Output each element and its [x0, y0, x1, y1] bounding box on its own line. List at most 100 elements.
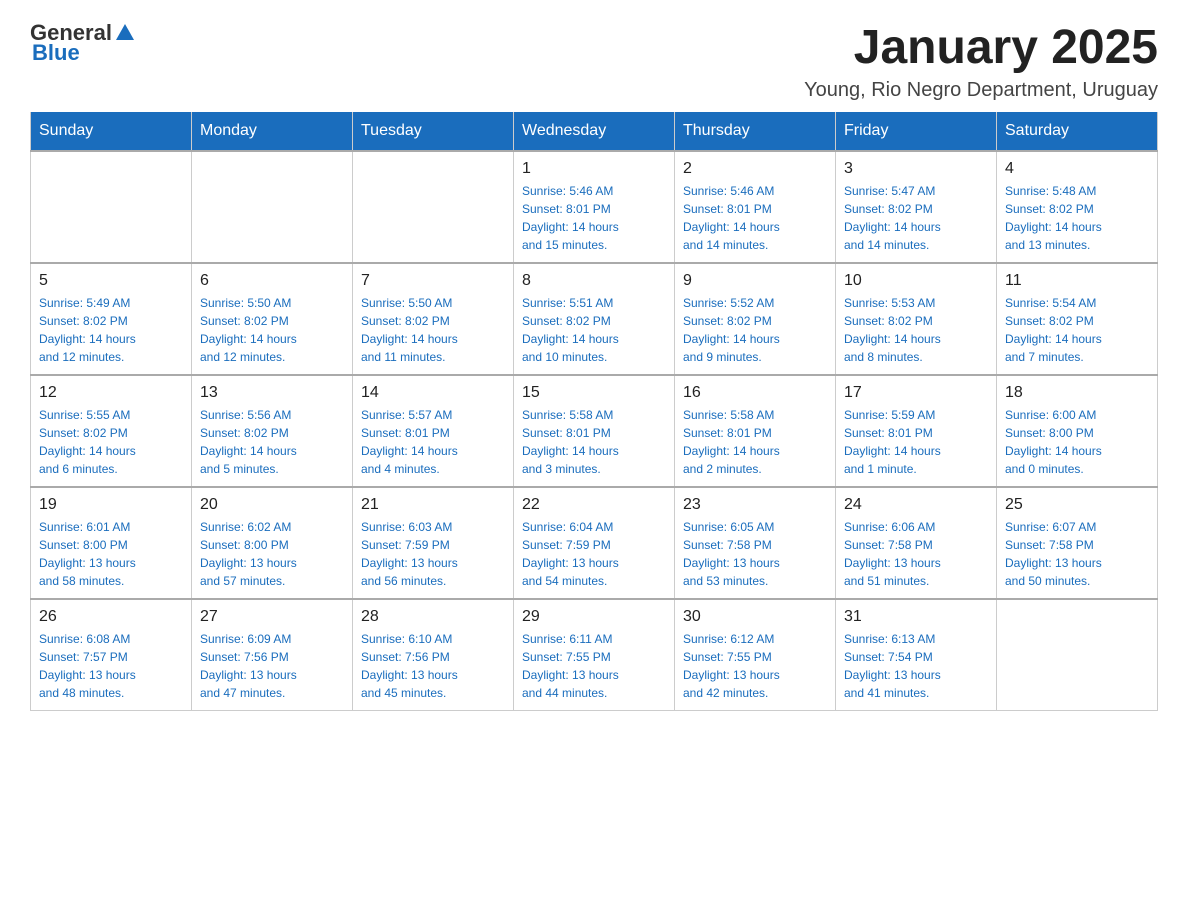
page-header: General Blue January 2025 Young, Rio Neg… [30, 20, 1158, 102]
calendar-day-header: Tuesday [353, 112, 514, 151]
title-section: January 2025 Young, Rio Negro Department… [804, 20, 1158, 102]
day-number: 5 [39, 272, 183, 290]
calendar-cell: 29Sunrise: 6:11 AM Sunset: 7:55 PM Dayli… [514, 599, 675, 711]
calendar-cell: 21Sunrise: 6:03 AM Sunset: 7:59 PM Dayli… [353, 487, 514, 599]
day-number: 26 [39, 608, 183, 626]
calendar-cell: 1 Sunrise: 5:46 AM Sunset: 8:01 PM Daylig… [514, 151, 675, 263]
day-number: 22 [522, 496, 666, 514]
day-number: 8 [522, 272, 666, 290]
calendar-cell: 8Sunrise: 5:51 AM Sunset: 8:02 PM Daylig… [514, 263, 675, 375]
day-info: Sunrise: 5:49 AM Sunset: 8:02 PM Dayligh… [39, 294, 183, 366]
day-info: Sunrise: 6:09 AM Sunset: 7:56 PM Dayligh… [200, 630, 344, 702]
day-info: Sunrise: 5:46 AM Sunset: 8:01 PM Dayligh… [683, 182, 827, 254]
day-info: Sunrise: 5:57 AM Sunset: 8:01 PM Dayligh… [361, 406, 505, 478]
calendar-cell [192, 151, 353, 263]
day-info: Sunrise: 6:01 AM Sunset: 8:00 PM Dayligh… [39, 518, 183, 590]
day-number: 28 [361, 608, 505, 626]
day-number: 19 [39, 496, 183, 514]
day-info: Sunrise: 5:56 AM Sunset: 8:02 PM Dayligh… [200, 406, 344, 478]
day-info: Sunrise: 5:52 AM Sunset: 8:02 PM Dayligh… [683, 294, 827, 366]
logo-triangle-icon [114, 22, 136, 44]
day-info: Sunrise: 6:02 AM Sunset: 8:00 PM Dayligh… [200, 518, 344, 590]
calendar-cell [353, 151, 514, 263]
calendar-week-row: 19 Sunrise: 6:01 AM Sunset: 8:00 PM Dayli… [31, 487, 1158, 599]
calendar-cell: 13 Sunrise: 5:56 AM Sunset: 8:02 PM Dayli… [192, 375, 353, 487]
day-info: Sunrise: 6:00 AM Sunset: 8:00 PM Dayligh… [1005, 406, 1149, 478]
calendar-day-header: Thursday [675, 112, 836, 151]
day-number: 4 [1005, 160, 1149, 178]
calendar-cell: 31Sunrise: 6:13 AM Sunset: 7:54 PM Dayli… [836, 599, 997, 711]
day-number: 9 [683, 272, 827, 290]
day-info: Sunrise: 5:58 AM Sunset: 8:01 PM Dayligh… [683, 406, 827, 478]
day-number: 13 [200, 384, 344, 402]
calendar-week-row: 1 Sunrise: 5:46 AM Sunset: 8:01 PM Daylig… [31, 151, 1158, 263]
calendar-cell: 5 Sunrise: 5:49 AM Sunset: 8:02 PM Daylig… [31, 263, 192, 375]
day-number: 23 [683, 496, 827, 514]
calendar-cell: 11 Sunrise: 5:54 AM Sunset: 8:02 PM Dayli… [997, 263, 1158, 375]
calendar-cell: 12 Sunrise: 5:55 AM Sunset: 8:02 PM Dayli… [31, 375, 192, 487]
day-info: Sunrise: 5:48 AM Sunset: 8:02 PM Dayligh… [1005, 182, 1149, 254]
day-info: Sunrise: 6:07 AM Sunset: 7:58 PM Dayligh… [1005, 518, 1149, 590]
day-info: Sunrise: 5:54 AM Sunset: 8:02 PM Dayligh… [1005, 294, 1149, 366]
day-number: 27 [200, 608, 344, 626]
day-number: 16 [683, 384, 827, 402]
calendar-week-row: 5 Sunrise: 5:49 AM Sunset: 8:02 PM Daylig… [31, 263, 1158, 375]
day-info: Sunrise: 6:04 AM Sunset: 7:59 PM Dayligh… [522, 518, 666, 590]
day-info: Sunrise: 6:12 AM Sunset: 7:55 PM Dayligh… [683, 630, 827, 702]
calendar-cell: 3 Sunrise: 5:47 AM Sunset: 8:02 PM Daylig… [836, 151, 997, 263]
day-number: 30 [683, 608, 827, 626]
calendar-cell: 16 Sunrise: 5:58 AM Sunset: 8:01 PM Dayli… [675, 375, 836, 487]
calendar-cell: 9 Sunrise: 5:52 AM Sunset: 8:02 PM Daylig… [675, 263, 836, 375]
day-info: Sunrise: 6:13 AM Sunset: 7:54 PM Dayligh… [844, 630, 988, 702]
calendar-day-header: Monday [192, 112, 353, 151]
day-info: Sunrise: 5:50 AM Sunset: 8:02 PM Dayligh… [200, 294, 344, 366]
calendar-cell: 6 Sunrise: 5:50 AM Sunset: 8:02 PM Daylig… [192, 263, 353, 375]
day-info: Sunrise: 5:53 AM Sunset: 8:02 PM Dayligh… [844, 294, 988, 366]
calendar-day-header: Saturday [997, 112, 1158, 151]
day-info: Sunrise: 5:55 AM Sunset: 8:02 PM Dayligh… [39, 406, 183, 478]
day-number: 1 [522, 160, 666, 178]
day-number: 3 [844, 160, 988, 178]
calendar-header-row: SundayMondayTuesdayWednesdayThursdayFrid… [31, 112, 1158, 151]
logo-text-blue: Blue [32, 40, 80, 66]
day-info: Sunrise: 5:59 AM Sunset: 8:01 PM Dayligh… [844, 406, 988, 478]
calendar-day-header: Wednesday [514, 112, 675, 151]
calendar-day-header: Friday [836, 112, 997, 151]
calendar-week-row: 26 Sunrise: 6:08 AM Sunset: 7:57 PM Dayli… [31, 599, 1158, 711]
day-number: 11 [1005, 272, 1149, 290]
calendar-cell: 30 Sunrise: 6:12 AM Sunset: 7:55 PM Dayli… [675, 599, 836, 711]
day-info: Sunrise: 5:50 AM Sunset: 8:02 PM Dayligh… [361, 294, 505, 366]
calendar-cell: 19 Sunrise: 6:01 AM Sunset: 8:00 PM Dayli… [31, 487, 192, 599]
day-info: Sunrise: 6:10 AM Sunset: 7:56 PM Dayligh… [361, 630, 505, 702]
calendar-cell: 24 Sunrise: 6:06 AM Sunset: 7:58 PM Dayli… [836, 487, 997, 599]
calendar-cell: 15Sunrise: 5:58 AM Sunset: 8:01 PM Dayli… [514, 375, 675, 487]
day-number: 17 [844, 384, 988, 402]
calendar-cell: 22 Sunrise: 6:04 AM Sunset: 7:59 PM Dayli… [514, 487, 675, 599]
calendar-cell: 25Sunrise: 6:07 AM Sunset: 7:58 PM Dayli… [997, 487, 1158, 599]
calendar-cell: 27 Sunrise: 6:09 AM Sunset: 7:56 PM Dayli… [192, 599, 353, 711]
day-info: Sunrise: 6:08 AM Sunset: 7:57 PM Dayligh… [39, 630, 183, 702]
day-number: 12 [39, 384, 183, 402]
day-number: 6 [200, 272, 344, 290]
day-info: Sunrise: 6:05 AM Sunset: 7:58 PM Dayligh… [683, 518, 827, 590]
day-number: 7 [361, 272, 505, 290]
day-number: 14 [361, 384, 505, 402]
calendar-cell [997, 599, 1158, 711]
calendar-cell: 17 Sunrise: 5:59 AM Sunset: 8:01 PM Dayli… [836, 375, 997, 487]
day-info: Sunrise: 5:46 AM Sunset: 8:01 PM Dayligh… [522, 182, 666, 254]
logo: General Blue [30, 20, 136, 66]
calendar-day-header: Sunday [31, 112, 192, 151]
day-info: Sunrise: 5:47 AM Sunset: 8:02 PM Dayligh… [844, 182, 988, 254]
calendar-cell: 2Sunrise: 5:46 AM Sunset: 8:01 PM Daylig… [675, 151, 836, 263]
calendar-cell: 10Sunrise: 5:53 AM Sunset: 8:02 PM Dayli… [836, 263, 997, 375]
calendar-cell: 28 Sunrise: 6:10 AM Sunset: 7:56 PM Dayli… [353, 599, 514, 711]
subtitle: Young, Rio Negro Department, Uruguay [804, 79, 1158, 102]
day-number: 24 [844, 496, 988, 514]
day-info: Sunrise: 6:06 AM Sunset: 7:58 PM Dayligh… [844, 518, 988, 590]
calendar-cell: 7 Sunrise: 5:50 AM Sunset: 8:02 PM Daylig… [353, 263, 514, 375]
calendar-table: SundayMondayTuesdayWednesdayThursdayFrid… [30, 112, 1158, 711]
calendar-cell: 4 Sunrise: 5:48 AM Sunset: 8:02 PM Daylig… [997, 151, 1158, 263]
calendar-cell: 26 Sunrise: 6:08 AM Sunset: 7:57 PM Dayli… [31, 599, 192, 711]
day-number: 20 [200, 496, 344, 514]
calendar-cell: 14 Sunrise: 5:57 AM Sunset: 8:01 PM Dayli… [353, 375, 514, 487]
